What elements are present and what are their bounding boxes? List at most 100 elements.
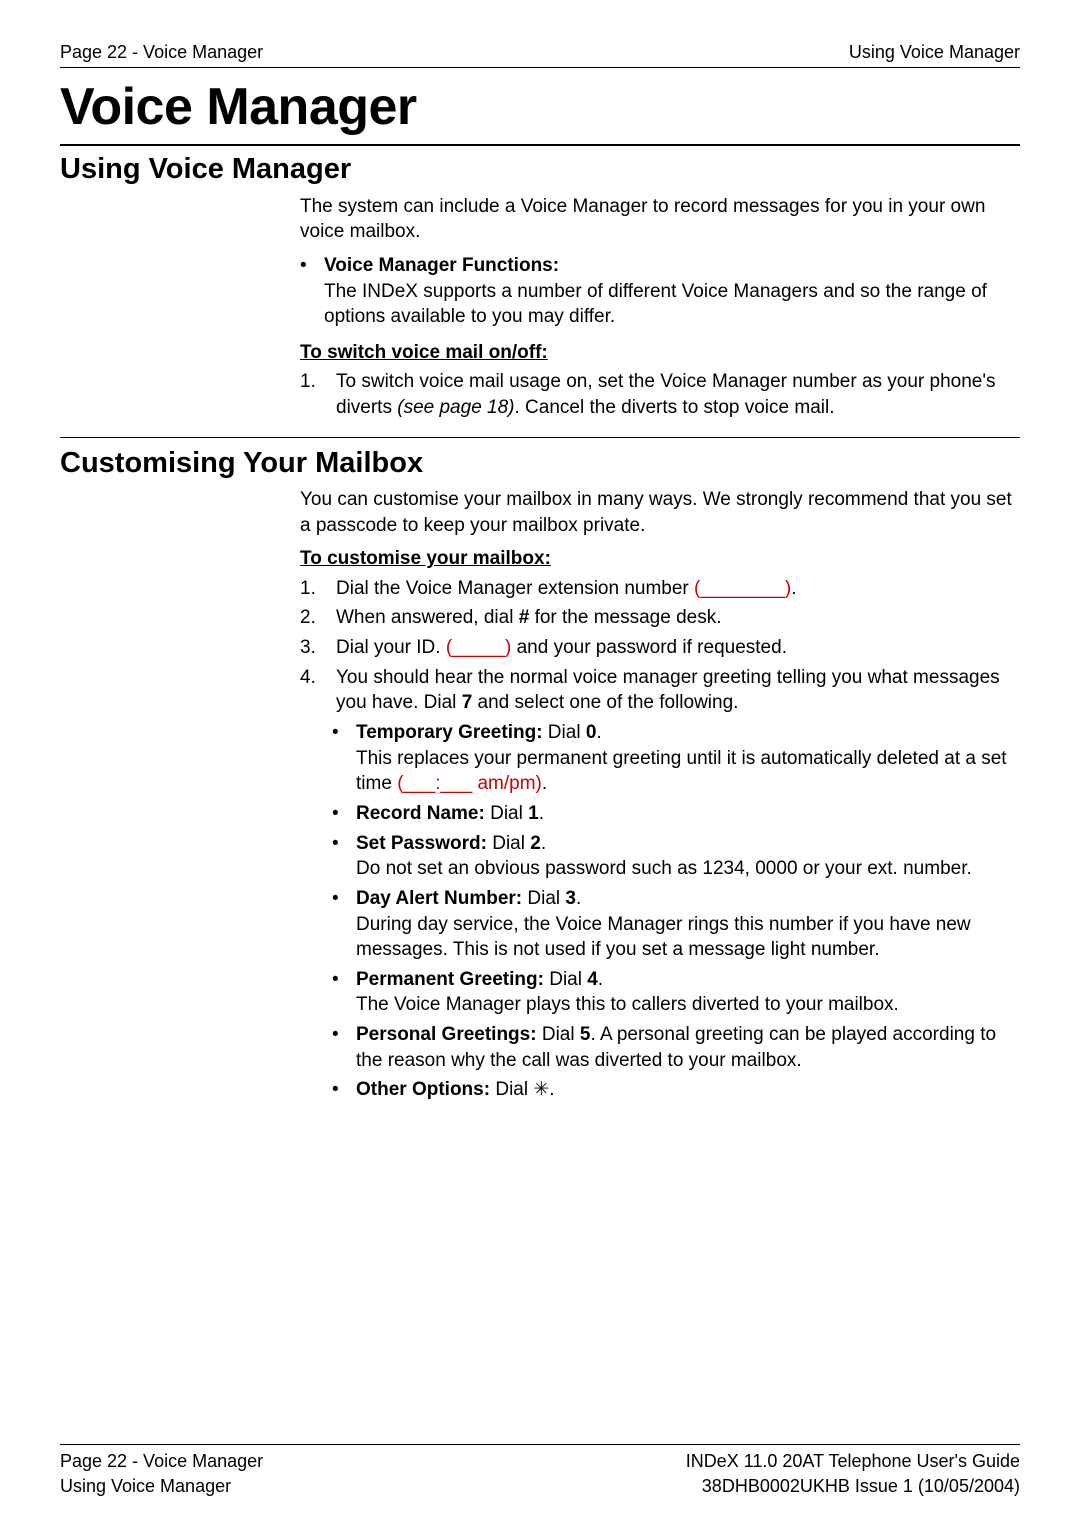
opt-dial: Dial (490, 1079, 533, 1100)
switch-heading: To switch voice mail on/off: (300, 340, 1020, 366)
step-number: 1. (300, 369, 336, 420)
intro-paragraph: The system can include a Voice Manager t… (300, 194, 1020, 245)
opt-num: 1 (528, 803, 539, 824)
step-number: 1. (300, 576, 336, 602)
bullet-icon: • (332, 801, 356, 827)
step-number: 3. (300, 635, 336, 661)
functions-content: Voice Manager Functions: The INDeX suppo… (324, 253, 1020, 330)
t4b: 7 (462, 692, 473, 713)
option-temporary-greeting: • Temporary Greeting: Dial 0. This repla… (332, 720, 1020, 797)
title-rule (60, 144, 1020, 146)
section-divider (60, 437, 1020, 438)
option-personal-greetings: • Personal Greetings: Dial 5. A personal… (332, 1022, 1020, 1073)
opt-text-c: . (542, 773, 547, 794)
t3b: (_____) (446, 637, 512, 658)
opt-num: 4 (587, 969, 598, 990)
bullet-icon: • (332, 967, 356, 1018)
t1b: (________) (694, 578, 791, 599)
opt-text: Do not set an obvious password such as 1… (356, 858, 972, 879)
step-text: Dial your ID. (_____) and your password … (336, 635, 1020, 661)
page-title: Voice Manager (60, 72, 1020, 142)
footer-left: Page 22 - Voice Manager Using Voice Mana… (60, 1449, 263, 1498)
functions-text: The INDeX supports a number of different… (324, 281, 987, 328)
opt-dial: Dial (522, 888, 565, 909)
opt-num: 2 (530, 833, 541, 854)
opt-num: 3 (565, 888, 576, 909)
section-heading-customising: Customising Your Mailbox (60, 444, 1020, 483)
footer-left-2: Using Voice Manager (60, 1474, 263, 1498)
custom-step-4: 4. You should hear the normal voice mana… (300, 665, 1020, 1107)
page-header: Page 22 - Voice Manager Using Voice Mana… (60, 40, 1020, 68)
footer-right-2: 38DHB0002UKHB Issue 1 (10/05/2004) (686, 1474, 1020, 1498)
opt-label: Day Alert Number: (356, 888, 522, 909)
opt-text: During day service, the Voice Manager ri… (356, 914, 971, 961)
opt-label: Personal Greetings: (356, 1024, 537, 1045)
opt-label: Permanent Greeting: (356, 969, 544, 990)
footer-left-1: Page 22 - Voice Manager (60, 1449, 263, 1473)
switch-step-1: 1. To switch voice mail usage on, set th… (300, 369, 1020, 420)
opt-label: Record Name: (356, 803, 485, 824)
opt-label: Set Password: (356, 833, 487, 854)
opt-period: . (576, 888, 581, 909)
footer-rule (60, 1444, 1020, 1445)
opt-label: Other Options: (356, 1079, 490, 1100)
text-italic: (see page 18) (397, 397, 514, 418)
step-text: To switch voice mail usage on, set the V… (336, 369, 1020, 420)
opt-dial: Dial (543, 722, 586, 743)
step-text: Dial the Voice Manager extension number … (336, 576, 1020, 602)
header-left: Page 22 - Voice Manager (60, 40, 263, 64)
document-page: Page 22 - Voice Manager Using Voice Mana… (0, 0, 1080, 1528)
opt-period: . (549, 1079, 554, 1100)
header-right: Using Voice Manager (849, 40, 1020, 64)
opt-dial: Dial (544, 969, 587, 990)
section-body-using: The system can include a Voice Manager t… (300, 194, 1020, 421)
custom-intro: You can customise your mailbox in many w… (300, 487, 1020, 538)
bullet-icon: • (300, 253, 324, 330)
bullet-icon: • (332, 1077, 356, 1103)
opt-text: The Voice Manager plays this to callers … (356, 994, 899, 1015)
opt-period: . (596, 722, 601, 743)
t4c: and select one of the following. (472, 692, 738, 713)
switch-list: 1. To switch voice mail usage on, set th… (300, 369, 1020, 420)
step-text: You should hear the normal voice manager… (336, 665, 1020, 1107)
page-footer: Page 22 - Voice Manager Using Voice Mana… (60, 1444, 1020, 1498)
bullet-icon: • (332, 720, 356, 797)
opt-num: 5 (580, 1024, 591, 1045)
option-permanent-greeting: • Permanent Greeting: Dial 4. The Voice … (332, 967, 1020, 1018)
opt-dial: Dial (485, 803, 528, 824)
functions-bullet: • Voice Manager Functions: The INDeX sup… (300, 253, 1020, 330)
option-other: • Other Options: Dial ✳. (332, 1077, 1020, 1103)
footer-row: Page 22 - Voice Manager Using Voice Mana… (60, 1449, 1020, 1498)
custom-step-2: 2. When answered, dial # for the message… (300, 605, 1020, 631)
t2b: # (519, 607, 530, 628)
custom-step-3: 3. Dial your ID. (_____) and your passwo… (300, 635, 1020, 661)
t1c: . (791, 578, 796, 599)
bullet-icon: • (332, 886, 356, 963)
section-heading-using: Using Voice Manager (60, 150, 1020, 189)
options-list: • Temporary Greeting: Dial 0. This repla… (336, 720, 1020, 1103)
opt-text-b: (___:___ am/pm) (397, 773, 542, 794)
opt-num: ✳ (533, 1079, 549, 1100)
footer-right: INDeX 11.0 20AT Telephone User's Guide 3… (686, 1449, 1020, 1498)
opt-period: . (541, 833, 546, 854)
opt-dial: Dial (537, 1024, 580, 1045)
option-day-alert: • Day Alert Number: Dial 3. During day s… (332, 886, 1020, 963)
t3a: Dial your ID. (336, 637, 446, 658)
opt-period: . (598, 969, 603, 990)
opt-dial: Dial (487, 833, 530, 854)
bullet-icon: • (332, 1022, 356, 1073)
option-record-name: • Record Name: Dial 1. (332, 801, 1020, 827)
option-set-password: • Set Password: Dial 2. Do not set an ob… (332, 831, 1020, 882)
t2c: for the message desk. (529, 607, 721, 628)
step-number: 2. (300, 605, 336, 631)
custom-steps: 1. Dial the Voice Manager extension numb… (300, 576, 1020, 1107)
footer-right-1: INDeX 11.0 20AT Telephone User's Guide (686, 1449, 1020, 1473)
section-body-customising: You can customise your mailbox in many w… (300, 487, 1020, 1107)
custom-heading: To customise your mailbox: (300, 546, 1020, 572)
text-post: . Cancel the diverts to stop voice mail. (515, 397, 835, 418)
opt-label: Temporary Greeting: (356, 722, 543, 743)
opt-period: . (539, 803, 544, 824)
functions-label: Voice Manager Functions: (324, 255, 559, 276)
custom-step-1: 1. Dial the Voice Manager extension numb… (300, 576, 1020, 602)
bullet-icon: • (332, 831, 356, 882)
